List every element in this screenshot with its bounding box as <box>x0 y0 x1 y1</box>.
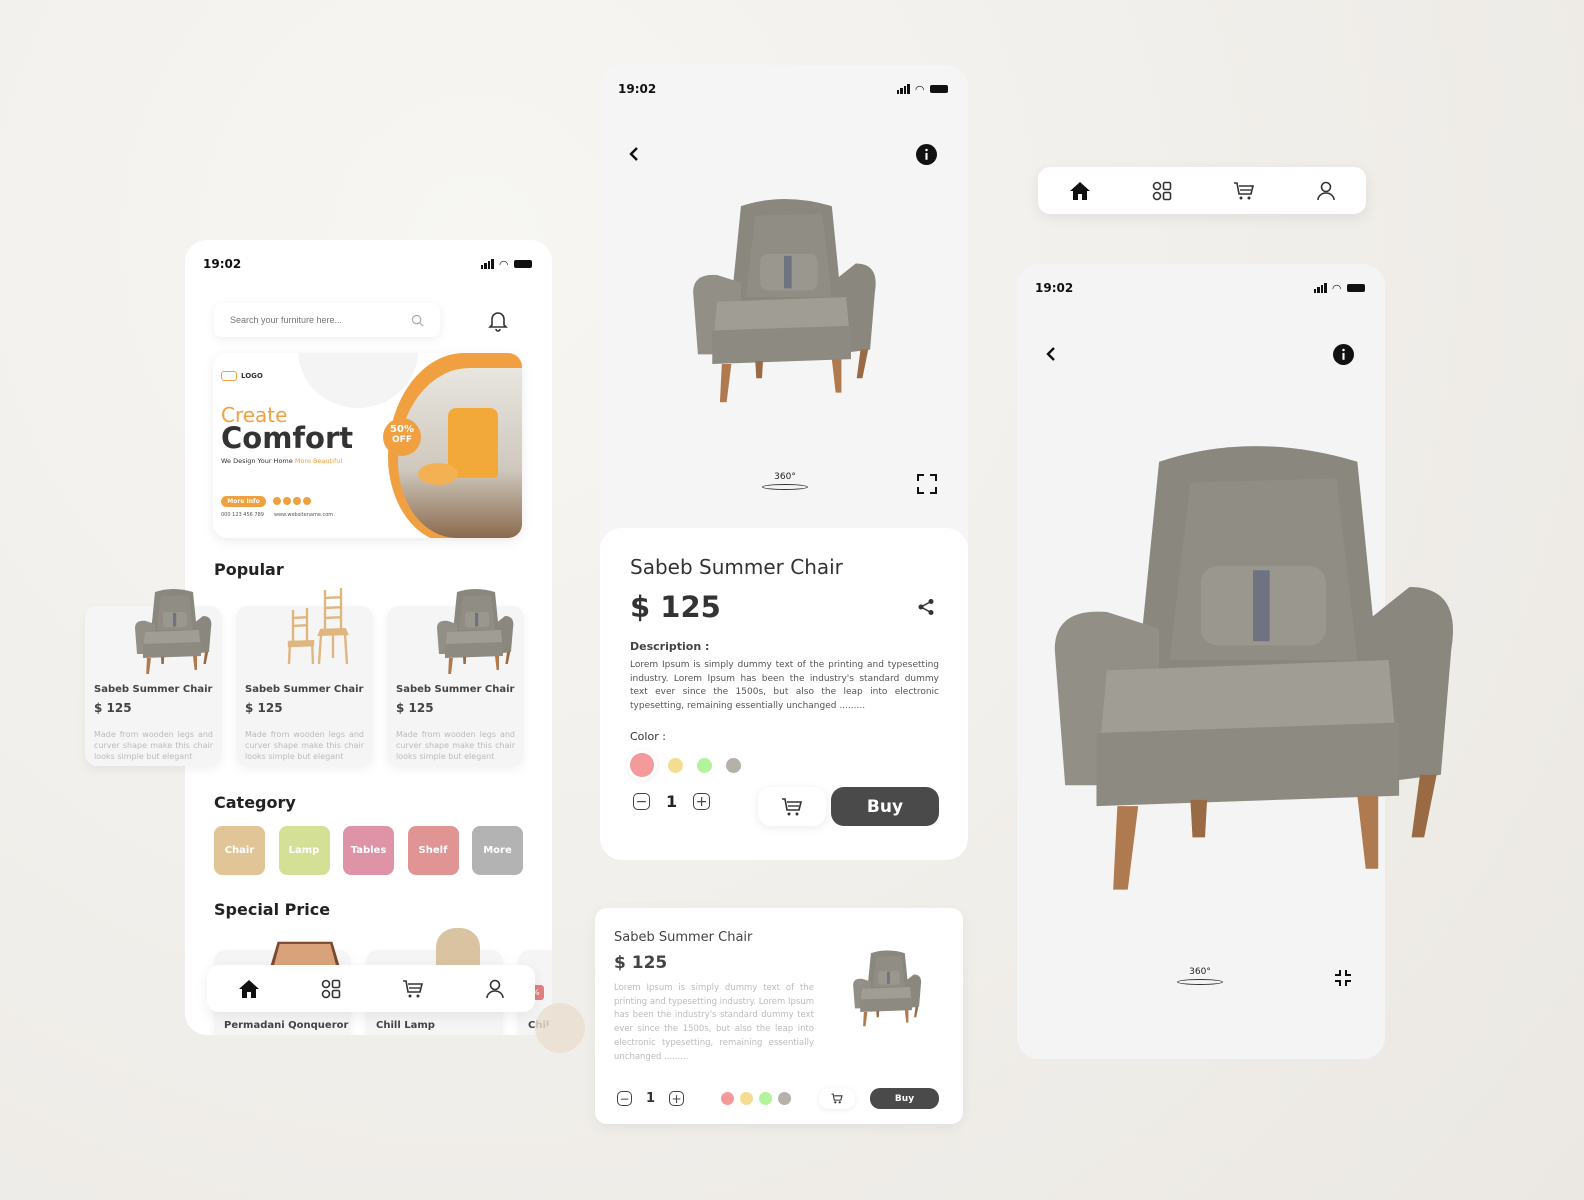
product-card[interactable]: Sabeb Summer Chair $ 125 Made from wooden … <box>85 606 222 766</box>
user-icon[interactable] <box>485 979 505 999</box>
signal-icon <box>480 259 494 269</box>
banner-tagline: We Design Your Home <box>221 457 293 465</box>
rotate-icon <box>1177 979 1223 985</box>
decrease-quantity-button[interactable]: − <box>617 1091 632 1106</box>
armchair-image <box>851 946 923 1028</box>
category-more[interactable]: More <box>472 826 523 875</box>
logo-icon <box>221 371 237 381</box>
color-options <box>630 753 741 777</box>
category-chair[interactable]: Chair <box>214 826 265 875</box>
grid-icon[interactable] <box>1152 181 1172 201</box>
color-swatch[interactable] <box>697 757 712 773</box>
cart-icon <box>782 797 803 815</box>
status-bar: 19:02 ◠ <box>1035 280 1365 296</box>
description-text: Lorem Ipsum is simply dummy text of the … <box>630 660 939 712</box>
status-bar: 19:02 ◠ <box>203 256 532 272</box>
quantity-value: 1 <box>646 1091 656 1106</box>
popular-title: Popular <box>214 560 284 579</box>
category-lamp[interactable]: Lamp <box>278 826 330 875</box>
color-label: Color : <box>630 730 666 743</box>
increase-quantity-button[interactable]: + <box>669 1091 685 1106</box>
discount-badge: 50% OFF <box>383 418 421 456</box>
share-icon[interactable] <box>917 598 935 616</box>
user-icon[interactable] <box>1316 181 1336 201</box>
banner-line2: Comfort <box>221 421 354 455</box>
description-text: Lorem Ipsum is simply dummy text of the … <box>614 983 814 1062</box>
category-shelf[interactable]: Shelf <box>407 826 459 875</box>
bell-icon[interactable] <box>488 310 508 332</box>
detail-screen: 19:02 ◠ 360° Sabeb Summer Chair $ 125 Des… <box>600 65 968 860</box>
wifi-icon: ◠ <box>915 82 924 96</box>
armchair-image <box>435 584 515 676</box>
category-tables[interactable]: Tables <box>343 826 394 875</box>
rotate-icon <box>762 484 808 490</box>
decrease-quantity-button[interactable]: − <box>633 793 650 810</box>
decorative-circle <box>535 1003 585 1053</box>
more-info-button[interactable]: More Info <box>221 496 266 507</box>
color-swatch[interactable] <box>759 1092 772 1105</box>
website-text: www.websitename.com <box>273 512 334 518</box>
color-swatch[interactable] <box>721 1092 734 1105</box>
bottom-nav-standalone <box>1038 167 1366 214</box>
logo-text: LOGO <box>241 372 263 380</box>
signal-icon <box>896 84 910 94</box>
info-icon[interactable] <box>916 144 937 165</box>
cart-icon <box>831 1093 843 1104</box>
buy-button[interactable]: Buy <box>870 1088 939 1109</box>
rotate-360-control[interactable]: 360° <box>1177 967 1223 985</box>
wifi-icon: ◠ <box>499 257 508 271</box>
buy-button[interactable]: Buy <box>831 787 939 826</box>
search-input[interactable] <box>230 315 400 325</box>
color-swatch[interactable] <box>726 757 741 773</box>
quantity-value: 1 <box>666 792 678 811</box>
product-price: $ 125 <box>614 953 668 973</box>
product-name: Sabeb Summer Chair <box>630 555 843 579</box>
color-swatch[interactable] <box>778 1092 791 1105</box>
color-swatch[interactable] <box>630 753 654 777</box>
compact-product-card: Sabeb Summer Chair $ 125 Lorem Ipsum is … <box>595 908 963 1124</box>
product-card[interactable]: Sabeb Summer Chair $ 125 Made from wooden … <box>387 606 524 766</box>
color-swatch[interactable] <box>668 757 683 773</box>
cart-icon[interactable] <box>1233 181 1255 201</box>
add-to-cart-button[interactable] <box>758 787 826 826</box>
expand-icon[interactable] <box>917 474 937 494</box>
product-name: Sabeb Summer Chair <box>614 930 753 945</box>
product-price: $ 125 <box>630 590 721 624</box>
search-icon[interactable] <box>411 314 424 327</box>
wifi-icon: ◠ <box>1332 281 1341 295</box>
bottom-nav <box>207 965 535 1012</box>
color-options <box>721 1092 791 1105</box>
social-icons <box>273 497 311 505</box>
banner-tagline-accent: More Beautiful <box>294 457 343 465</box>
status-bar: 19:02 ◠ <box>618 81 948 97</box>
grid-icon[interactable] <box>321 979 341 999</box>
home-icon[interactable] <box>238 979 260 999</box>
description-label: Description : <box>630 640 710 653</box>
battery-icon <box>514 260 532 268</box>
armchair-image <box>133 584 213 676</box>
back-icon[interactable] <box>1045 346 1057 362</box>
signal-icon <box>1313 283 1327 293</box>
color-swatch[interactable] <box>740 1092 753 1105</box>
product-card[interactable]: Sabeb Summer Chair $ 125 Made from wooden … <box>236 606 373 766</box>
wooden-chair-image <box>281 584 361 668</box>
cart-icon[interactable] <box>402 979 424 999</box>
home-icon[interactable] <box>1069 181 1091 201</box>
rotate-360-control[interactable]: 360° <box>762 472 808 490</box>
battery-icon <box>930 85 948 93</box>
info-icon[interactable] <box>1333 344 1354 365</box>
product-info-panel: Sabeb Summer Chair $ 125 Description : L… <box>600 528 968 860</box>
collapse-icon[interactable] <box>1334 969 1352 987</box>
search-bar[interactable] <box>214 303 440 337</box>
add-to-cart-button[interactable] <box>819 1088 855 1109</box>
large-armchair-image <box>1043 420 1463 900</box>
back-icon[interactable] <box>628 146 640 162</box>
battery-icon <box>1347 284 1365 292</box>
status-time: 19:02 <box>203 257 242 271</box>
armchair-image <box>688 187 880 407</box>
phone-text: 000 123 456 789 <box>221 512 264 518</box>
promo-banner[interactable]: LOGO Create Comfort We Design Your Home … <box>213 353 522 538</box>
increase-quantity-button[interactable]: + <box>693 793 711 810</box>
